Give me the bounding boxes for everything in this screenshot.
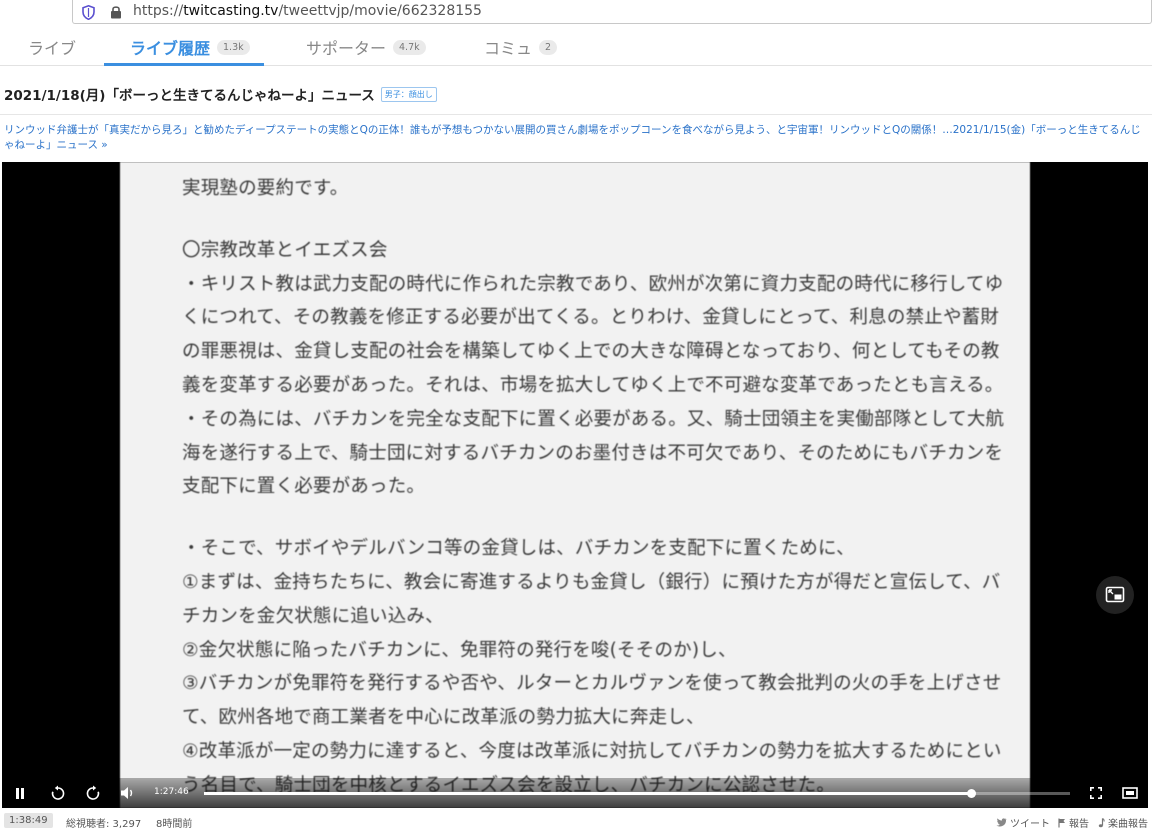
pause-button[interactable] [10,783,30,803]
seek-bar-progress [204,792,972,795]
current-time: 1:27:46 [154,787,189,797]
video-player[interactable]: 実現塾の要約です。〇宗教改革とイエズス会・キリスト教は武力支配の時代に作られた宗… [2,162,1148,808]
document-line: 実現塾の要約です。 [182,178,349,199]
movie-title: 2021/1/18(月)「ボーっと生きてるんじゃねーよ」ニュース [4,88,375,104]
document-line: 義を変革する必要があった。それは、市場を拡大してゆく上で不可避な変革であったとも… [182,374,1004,396]
seek-bar[interactable] [204,789,1070,798]
previous-movie-link[interactable]: リンウッド弁護士が「真実だから見ろ」と勧めたディープステートの実態とQの正体！誰… [4,123,1148,153]
tab-label: ライブ履歴 [130,39,211,58]
document-line: チカンを金欠状態に追い込み、 [182,605,444,627]
document-line: ・キリスト教は武力支配の時代に作られた宗教であり、欧州が次第に資力支配の時代に移… [182,273,1004,295]
document-line: て、欧州各地で商工業者を中心に改革派の勢力拡大に奔走し、 [182,707,705,729]
rewind-icon [51,785,65,800]
total-listeners: 総視聴者: 3,297 [66,819,142,830]
tab-community[interactable]: コミュ 2 [484,30,558,64]
document-line: ①まずは、金持ちたちに、教会に寄進するよりも金貸し（銀行）に預けた方が得だと宣伝… [182,571,1001,593]
forward-button[interactable] [83,783,103,803]
report-button[interactable]: 報告 [1058,815,1089,830]
lock-icon[interactable] [110,5,122,19]
music-report-label: 楽曲報告 [1108,819,1148,830]
url-text[interactable]: https://twitcasting.tv/tweettvjp/movie/6… [133,3,482,19]
tab-count-badge: 2 [539,39,558,55]
channel-tabs: ライブ ライブ履歴 1.3k サポーター 4.7k コミュ 2 [0,26,1152,66]
document-line: 海を遂行する上で、騎士団に対するバチカンのお墨付きは不可欠であり、そのためにもバ… [182,442,1004,464]
fullscreen-button[interactable] [1086,783,1106,803]
document-line: の罪悪視は、金貸し支配の社会を構築してゆく上での大きな障碍となっており、何として… [182,341,1000,363]
seek-handle[interactable] [967,789,977,798]
music-report-button[interactable]: 楽曲報告 [1097,815,1148,830]
flag-icon [1058,818,1065,827]
volume-button[interactable] [118,783,138,803]
tab-count-badge: 4.7k [393,39,426,55]
document-line: ②金欠状態に陥ったバチカンに、免罪符の発行を唆(そそのか)し、 [182,639,737,661]
footer-actions: ツイート 報告 楽曲報告 [996,815,1148,830]
tab-live-history[interactable]: ライブ履歴 1.3k [130,30,250,64]
tweet-button[interactable]: ツイート [996,815,1050,830]
theater-mode-icon [1122,787,1138,799]
player-controls: 1:27:46 [2,778,1148,808]
document-line: ③バチカンが免罪符を発行するや否や、ルターとカルヴァンを使って教会批判の火の手を… [182,673,1002,695]
duration-badge: 1:38:49 [4,813,53,828]
report-label: 報告 [1069,819,1089,830]
tweet-label: ツイート [1010,819,1050,830]
tab-label: サポーター [306,39,387,58]
music-note-icon [1098,817,1105,827]
forward-icon [86,785,100,800]
document-line: ④改革派が一定の勢力に達すると、今度は改革派に対抗してバチカンの勢力を拡大するた… [182,740,1002,762]
browser-url-bar: https://twitcasting.tv/tweettvjp/movie/6… [0,0,1152,26]
document-line: ・その為には、バチカンを完全な支配下に置く必要がある。又、騎士団領主を実働部隊と… [182,408,1005,430]
tab-label: コミュ [484,39,533,58]
category-badge[interactable]: 男子：顔出し [380,86,437,102]
document-line: 支配下に置く必要があった。 [182,476,426,498]
twitter-bird-icon [996,818,1007,827]
document-line: ・そこで、サボイやデルバンコ等の金貸しは、バチカンを支配下に置くために、 [182,538,855,560]
theater-mode-button[interactable] [1120,783,1140,803]
movie-footer: 1:38:49 総視聴者: 3,297 8時間前 ツイート 報告 楽曲報告 [0,810,1152,832]
pip-icon [1105,586,1125,603]
active-tab-indicator [104,63,264,66]
document-line: くにつれて、その教義を修正する必要が出てくる。とりわけ、金貸しにとって、利息の禁… [182,307,1000,329]
tab-live[interactable]: ライブ [28,30,76,64]
divider [0,114,1152,115]
tab-supporters[interactable]: サポーター 4.7k [306,30,426,64]
volume-icon [121,787,133,799]
video-frame-document: 実現塾の要約です。〇宗教改革とイエズス会・キリスト教は武力支配の時代に作られた宗… [120,162,1030,808]
tracking-protection-shield-icon[interactable] [82,5,95,20]
pause-icon [16,787,24,799]
picture-in-picture-button[interactable] [1096,576,1134,614]
posted-time: 8時間前 [156,819,193,830]
movie-title-row: 2021/1/18(月)「ボーっと生きてるんじゃねーよ」ニュース 男子：顔出し [4,84,437,104]
rewind-button[interactable] [48,783,68,803]
document-line: 〇宗教改革とイエズス会 [182,239,388,261]
tab-count-badge: 1.3k [217,39,250,55]
fullscreen-icon [1090,787,1102,799]
tab-label: ライブ [28,39,77,58]
